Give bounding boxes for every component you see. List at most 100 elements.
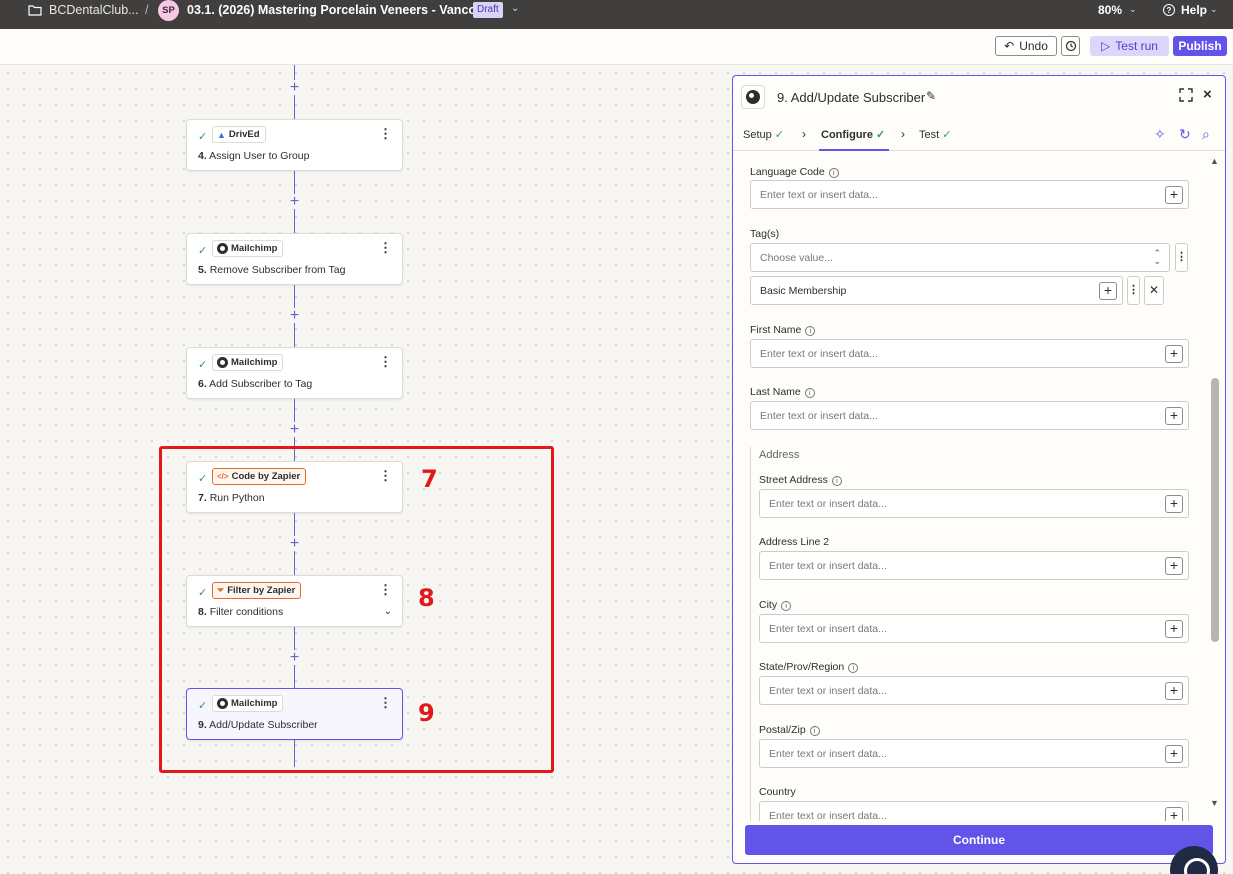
panel-tabs: Setup ✓ › Configure ✓ › Test ✓ ✧ ↻ ⌕ bbox=[733, 120, 1225, 151]
undo-button[interactable]: ↶ Undo bbox=[995, 36, 1057, 56]
last-name-input[interactable]: Enter text or insert data... + bbox=[750, 401, 1189, 430]
active-tab-indicator bbox=[819, 149, 889, 151]
tab-label: Test bbox=[919, 129, 940, 141]
help-chevron-down-icon[interactable]: ⌄ bbox=[1210, 4, 1218, 15]
add-step-button[interactable]: + bbox=[287, 80, 302, 96]
publish-button[interactable]: Publish bbox=[1173, 36, 1227, 56]
breadcrumb-folder[interactable]: BCDentalClub... bbox=[49, 3, 139, 17]
country-input[interactable]: Enter text or insert data... + bbox=[759, 801, 1189, 821]
address-line-2-input[interactable]: Enter text or insert data... + bbox=[759, 551, 1189, 580]
step-number: 5. bbox=[198, 264, 207, 276]
annotation-label: 8 bbox=[418, 584, 435, 612]
history-button[interactable] bbox=[1061, 36, 1080, 56]
insert-data-button[interactable]: + bbox=[1165, 557, 1183, 575]
scroll-up-icon[interactable]: ▲ bbox=[1210, 156, 1219, 166]
config-form: Language Code i Enter text or insert data… bbox=[733, 153, 1213, 821]
folder-icon[interactable] bbox=[28, 4, 42, 16]
action-bar: ↶ Undo ▷ Test run Publish bbox=[0, 29, 1233, 65]
more-options-icon[interactable]: ⋮ bbox=[379, 241, 392, 254]
close-icon[interactable]: × bbox=[1203, 86, 1212, 103]
app-tag: Mailchimp bbox=[212, 240, 284, 257]
refresh-icon[interactable]: ↻ bbox=[1179, 126, 1191, 143]
add-step-button[interactable]: + bbox=[287, 308, 302, 324]
scrollbar-thumb[interactable] bbox=[1211, 378, 1219, 642]
add-step-button[interactable]: + bbox=[287, 194, 302, 210]
app-tag: Mailchimp bbox=[212, 354, 284, 371]
sparkle-icon[interactable]: ✧ bbox=[1154, 126, 1166, 143]
language-code-input[interactable]: Enter text or insert data... + bbox=[750, 180, 1189, 209]
avatar[interactable]: SP bbox=[158, 0, 179, 21]
step-title-text: Remove Subscriber from Tag bbox=[209, 264, 346, 276]
zoom-level[interactable]: 80% bbox=[1098, 3, 1122, 17]
step-card[interactable]: ✓ Mailchimp ⋮ 6. Add Subscriber to Tag bbox=[186, 347, 403, 399]
insert-data-button[interactable]: + bbox=[1165, 807, 1183, 821]
expand-icon[interactable] bbox=[1179, 88, 1193, 102]
insert-data-button[interactable]: + bbox=[1165, 620, 1183, 638]
chevron-down-icon[interactable]: ⌄ bbox=[511, 3, 519, 14]
zap-title[interactable]: 03.1. (2026) Mastering Porcelain Veneers… bbox=[187, 3, 502, 17]
insert-data-button[interactable]: + bbox=[1165, 745, 1183, 763]
insert-data-button[interactable]: + bbox=[1165, 186, 1183, 204]
chevron-right-icon: › bbox=[802, 127, 806, 141]
insert-data-button[interactable]: + bbox=[1099, 282, 1117, 300]
more-options-icon[interactable]: ⋮ bbox=[1127, 276, 1140, 305]
more-options-icon[interactable]: ⋮ bbox=[379, 355, 392, 368]
check-icon: ✓ bbox=[198, 359, 208, 371]
panel-title[interactable]: 9. Add/Update Subscriber bbox=[777, 90, 925, 105]
check-icon: ✓ bbox=[198, 131, 208, 143]
search-icon[interactable]: ⌕ bbox=[1202, 126, 1210, 143]
check-icon: ✓ bbox=[774, 129, 784, 141]
info-icon[interactable]: i bbox=[828, 168, 839, 178]
status-badge: Draft bbox=[473, 2, 503, 18]
more-options-icon[interactable]: ⋮ bbox=[379, 127, 392, 140]
state-input[interactable]: Enter text or insert data... + bbox=[759, 676, 1189, 705]
tag-value-input[interactable]: Basic Membership + bbox=[750, 276, 1123, 305]
step-card[interactable]: ✓ ▲ DrivEd ⋮ 4. Assign User to Group bbox=[186, 119, 403, 171]
info-icon[interactable]: i bbox=[848, 663, 859, 673]
street-address-input[interactable]: Enter text or insert data... + bbox=[759, 489, 1189, 518]
tab-test[interactable]: Test ✓ bbox=[919, 128, 951, 141]
tab-setup[interactable]: Setup ✓ bbox=[743, 128, 784, 141]
label-text: First Name bbox=[750, 324, 802, 336]
first-name-input[interactable]: Enter text or insert data... + bbox=[750, 339, 1189, 368]
help-icon[interactable]: ? bbox=[1163, 4, 1175, 16]
more-options-icon[interactable]: ⋮ bbox=[1175, 243, 1188, 272]
placeholder: Enter text or insert data... bbox=[760, 410, 878, 422]
pencil-icon[interactable]: ✎ bbox=[926, 89, 936, 103]
tags-select[interactable]: Choose value... ⌃ ⌄ bbox=[750, 243, 1170, 272]
insert-data-button[interactable]: + bbox=[1165, 345, 1183, 363]
postal-input[interactable]: Enter text or insert data... + bbox=[759, 739, 1189, 768]
insert-data-button[interactable]: + bbox=[1165, 682, 1183, 700]
step-number: 4. bbox=[198, 150, 207, 162]
help-menu[interactable]: Help bbox=[1181, 3, 1207, 17]
zoom-chevron-down-icon[interactable]: ⌄ bbox=[1129, 4, 1137, 15]
step-card[interactable]: ✓ Mailchimp ⋮ 5. Remove Subscriber from … bbox=[186, 233, 403, 285]
city-input[interactable]: Enter text or insert data... + bbox=[759, 614, 1189, 643]
step-number: 6. bbox=[198, 378, 207, 390]
tab-label: Setup bbox=[743, 129, 772, 141]
continue-button[interactable]: Continue bbox=[745, 825, 1213, 855]
field-label: Address Line 2 bbox=[759, 536, 830, 548]
info-icon[interactable]: i bbox=[805, 326, 816, 336]
app-name: Mailchimp bbox=[231, 357, 278, 368]
address-group-title: Address bbox=[759, 449, 800, 461]
step-config-panel: 9. Add/Update Subscriber ✎ × Setup ✓ › Co… bbox=[732, 75, 1226, 864]
undo-icon: ↶ bbox=[1004, 39, 1015, 53]
add-step-button[interactable]: + bbox=[287, 422, 302, 438]
field-label: Language Code i bbox=[750, 166, 839, 178]
test-run-button[interactable]: ▷ Test run bbox=[1090, 36, 1169, 56]
tag-value: Basic Membership bbox=[760, 285, 847, 297]
info-icon[interactable]: i bbox=[809, 726, 820, 736]
scroll-down-icon[interactable]: ▼ bbox=[1210, 798, 1219, 808]
placeholder: Enter text or insert data... bbox=[760, 348, 878, 360]
info-icon[interactable]: i bbox=[804, 388, 815, 398]
annotation-label: 7 bbox=[421, 465, 438, 493]
info-icon[interactable]: i bbox=[831, 476, 842, 486]
step-title: 4. Assign User to Group bbox=[198, 150, 310, 162]
field-label: Tag(s) bbox=[750, 228, 780, 240]
info-icon[interactable]: i bbox=[781, 601, 792, 611]
insert-data-button[interactable]: + bbox=[1165, 407, 1183, 425]
tab-configure[interactable]: Configure ✓ bbox=[821, 128, 885, 141]
insert-data-button[interactable]: + bbox=[1165, 495, 1183, 513]
remove-tag-button[interactable]: ✕ bbox=[1144, 276, 1164, 305]
